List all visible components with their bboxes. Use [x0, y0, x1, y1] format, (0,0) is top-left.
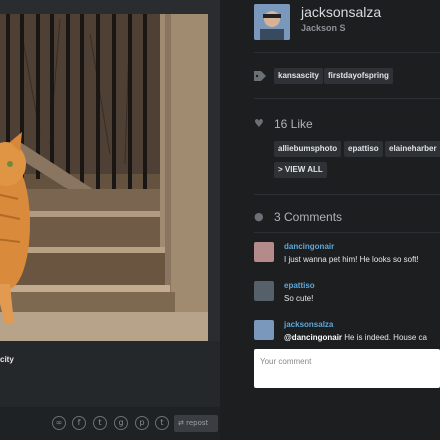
author-username[interactable]: jacksonsalza [301, 4, 381, 20]
comment-username[interactable]: jacksonsalza [284, 320, 333, 329]
tag-firstdayofspring[interactable]: firstdayofspring [324, 68, 393, 84]
comments-title: 3 Comments [274, 210, 343, 224]
tag-icon [254, 71, 266, 84]
likes-title: 16 Like [274, 117, 313, 131]
comment-text: @dancingonair He is indeed. House ca [284, 333, 427, 342]
divider [254, 194, 440, 195]
commenter-avatar[interactable] [254, 242, 274, 262]
liker-epattiso[interactable]: epattiso [344, 141, 383, 157]
comment-username[interactable]: epattiso [284, 281, 315, 290]
details-column: jacksonsalza Jackson S kansascity firstd… [220, 0, 440, 440]
share-bar: ∞ f t g p t ⇄ repost [0, 407, 220, 440]
heart-icon[interactable]: ♥ [254, 117, 264, 130]
commenter-avatar[interactable] [254, 281, 274, 301]
post-photo[interactable] [0, 14, 208, 341]
repost-button[interactable]: ⇄ repost [174, 415, 218, 432]
comment-text: So cute! [284, 294, 314, 303]
author-avatar-image [254, 4, 290, 40]
divider [254, 232, 440, 233]
facebook-icon[interactable]: f [72, 416, 86, 430]
tag-kansascity[interactable]: kansascity [274, 68, 323, 84]
caption-area: city [0, 341, 220, 407]
comment-mention[interactable]: @dancingonair [284, 333, 342, 342]
google-plus-icon[interactable]: g [114, 416, 128, 430]
comment-body: He is indeed. House ca [344, 333, 427, 342]
liker-elaineharber[interactable]: elaineharber [385, 141, 440, 157]
commenter-avatar[interactable] [254, 320, 274, 340]
cat-on-stairs-image [0, 14, 208, 341]
twitter-icon[interactable]: t [93, 416, 107, 430]
comment-input[interactable]: Your comment [254, 349, 440, 388]
author-avatar[interactable] [254, 4, 290, 40]
repost-icon: ⇄ [178, 419, 187, 427]
post-caption: city [0, 355, 14, 364]
tumblr-icon[interactable]: t [155, 416, 169, 430]
photo-column: city ∞ f t g p t ⇄ repost [0, 0, 220, 440]
divider [254, 98, 440, 99]
comment-username[interactable]: dancingonair [284, 242, 334, 251]
pinterest-icon[interactable]: p [135, 416, 149, 430]
divider [254, 52, 440, 53]
view-all-likes-button[interactable]: > VIEW ALL [274, 162, 327, 178]
liker-alliebumsphoto[interactable]: alliebumsphoto [274, 141, 342, 157]
comment-icon: ● [254, 210, 264, 223]
link-icon[interactable]: ∞ [52, 416, 66, 430]
author-real-name: Jackson S [301, 23, 346, 33]
comment-text: I just wanna pet him! He looks so soft! [284, 255, 419, 264]
repost-label: repost [186, 419, 209, 427]
